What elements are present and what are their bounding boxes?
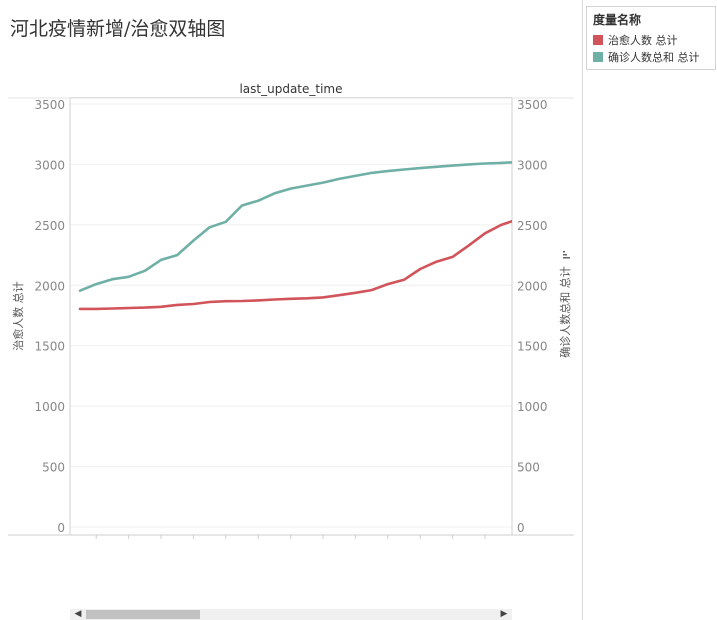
y-tick-label-left: 2500 [34,219,65,233]
y-axis-title-left: 治愈人数 总计 [11,281,25,351]
x-tick-label: 2021-01-13 [186,541,200,611]
sort-bars-icon [563,257,570,259]
dual-axis-line-chart: 0 0 500 500 1000 1000 1500 1500 2000 2000 2500 2500… [8,97,574,611]
scroll-thumb[interactable] [86,610,200,619]
sort-bars-icon [563,254,567,256]
x-tick-label: 2021-01-19 [284,541,298,611]
x-tick-label: 2021-01-29 [446,541,460,611]
x-tick-label: 2021-01-15 [219,541,233,611]
y-tick-label-left: 3000 [34,158,65,172]
series-line-confirmed [78,160,512,293]
y-tick-label-right: 3000 [517,158,548,172]
y-tick-label-left: 3500 [34,98,65,112]
x-tick-label: 2021-01-23 [348,541,362,611]
y-tick-label-right: 0 [517,521,525,535]
x-tick-label: 2021-01-07 [89,541,103,611]
horizontal-scrollbar[interactable]: ◀ ▶ [70,609,512,620]
y-tick-label-left: 2000 [34,279,65,293]
y-tick-label-right: 500 [517,461,540,475]
x-tick-label: 2021-01-11 [154,541,168,611]
y-axis-title-right: 确诊人数总和 总计 [558,266,572,358]
x-tick-label: 2021-01-09 [122,541,136,611]
x-tick-label: 2021-01-31 [478,541,492,611]
scroll-right-icon[interactable]: ▶ [498,609,510,620]
sort-bars-icon [563,251,565,253]
x-tick-label: 2021-01-21 [316,541,330,611]
y-tick-label-left: 1500 [34,340,65,354]
scroll-left-icon[interactable]: ◀ [72,609,84,620]
y-tick-label-left: 0 [57,521,65,535]
y-tick-label-right: 3500 [517,98,548,112]
y-tick-label-right: 2000 [517,279,548,293]
x-tick-label: 2021-01-25 [381,541,395,611]
y-tick-label-right: 1500 [517,340,548,354]
y-tick-label-left: 500 [42,461,65,475]
x-tick-label: 2021-01-27 [413,541,427,611]
x-tick-label: 2021-01-17 [251,541,265,611]
series-line-cured [78,219,512,311]
y-tick-label-left: 1000 [34,400,65,414]
y-tick-label-right: 2500 [517,219,548,233]
y-tick-label-right: 1000 [517,400,548,414]
x-tick-label: 2021-02-02 [510,541,524,611]
